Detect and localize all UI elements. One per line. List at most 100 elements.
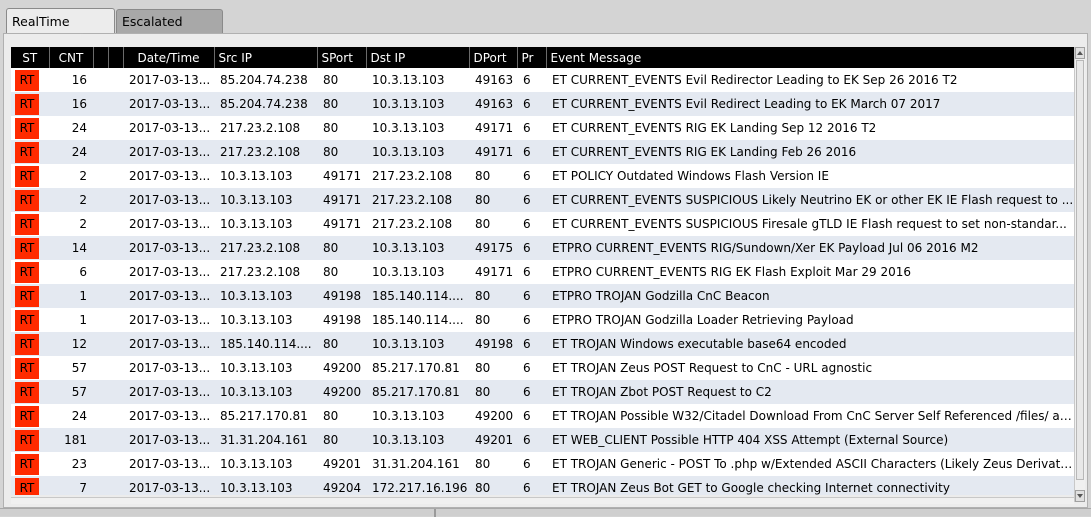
column-header-dport[interactable]: DPort (469, 47, 518, 68)
column-header-cnt[interactable]: CNT (49, 47, 94, 68)
cell-date: 2017-03-13... (129, 361, 211, 375)
column-header-datetime[interactable]: Date/Time (123, 47, 215, 68)
cell-st: RT (11, 404, 49, 428)
table-row[interactable]: RT 16 2017-03-13... 85.204.74.238 80 10.3.13.… (11, 92, 1074, 116)
cell-blank (93, 92, 108, 116)
cell-dst: 85.217.170.81 (366, 380, 469, 404)
cell-pr: 6 (517, 92, 546, 116)
cell-dst: 185.140.114.... (372, 313, 464, 327)
table-row[interactable]: RT 14 2017-03-13... 217.23.2.108 80 10.3.13.1… (11, 236, 1074, 260)
cell-dst: 10.3.13.103 (372, 73, 445, 87)
cell-cnt: 14 (49, 236, 93, 260)
table-row[interactable]: RT 2 2017-03-13... 10.3.13.103 49171 217.23.2… (11, 164, 1074, 188)
cell-sport: 49204 (317, 476, 366, 495)
cell-date: 2017-03-13... (129, 457, 211, 471)
cell-st: RT (11, 476, 49, 495)
cell-cnt: 16 (49, 92, 93, 116)
column-header-event-message[interactable]: Event Message (546, 47, 1074, 68)
table-row[interactable]: RT 23 2017-03-13... 10.3.13.103 49201 31.31.2… (11, 452, 1074, 476)
cell-dport: 80 (475, 169, 491, 183)
cell-dport: 80 (475, 457, 491, 471)
cell-sport: 49198 (323, 313, 362, 327)
cell-pr: 6 (517, 380, 546, 404)
cell-dport: 80 (469, 188, 517, 212)
cell-cnt: 7 (49, 476, 93, 495)
table-row[interactable]: RT 6 2017-03-13... 217.23.2.108 80 10.3.13.10… (11, 260, 1074, 284)
table-row[interactable]: RT 1 2017-03-13... 10.3.13.103 49198 185.140.… (11, 308, 1074, 332)
cell-dst: 31.31.204.161 (372, 457, 460, 471)
cell-cnt: 24 (49, 140, 93, 164)
cell-msg: ET CURRENT_EVENTS RIG EK Landing Feb 26 … (546, 140, 1074, 164)
horizontal-scrollbar[interactable] (11, 497, 1074, 504)
cell-dst: 10.3.13.103 (366, 332, 469, 356)
table-row[interactable]: RT 2 2017-03-13... 10.3.13.103 49171 217.23.2… (11, 212, 1074, 236)
cell-dport: 80 (469, 476, 517, 495)
table-row[interactable]: RT 181 2017-03-13... 31.31.204.161 80 10.3.13… (11, 428, 1074, 452)
cell-dst: 10.3.13.103 (372, 409, 445, 423)
cell-sport: 80 (323, 409, 339, 423)
cell-msg: ET POLICY Outdated Windows Flash Version… (552, 169, 829, 183)
table-row[interactable]: RT 24 2017-03-13... 85.217.170.81 80 10.3.13.… (11, 404, 1074, 428)
cell-cnt: 6 (79, 265, 87, 279)
column-header-src-ip[interactable]: Src IP (214, 47, 318, 68)
table-row[interactable]: RT 12 2017-03-13... 185.140.114.... 80 10.3.1… (11, 332, 1074, 356)
table-row[interactable]: RT 2 2017-03-13... 10.3.13.103 49171 217.23.2… (11, 188, 1074, 212)
cell-src: 10.3.13.103 (214, 476, 317, 495)
cell-blank (93, 380, 108, 404)
table-row[interactable]: RT 7 2017-03-13... 10.3.13.103 49204 172.217.… (11, 476, 1074, 495)
cell-pr: 6 (523, 265, 531, 279)
cell-pr: 6 (517, 476, 546, 495)
cell-sport: 49198 (317, 284, 366, 308)
cell-src: 10.3.13.103 (220, 313, 293, 327)
cell-blank (108, 476, 123, 495)
table-row[interactable]: RT 16 2017-03-13... 85.204.74.238 80 10.3.13.… (11, 68, 1074, 92)
cell-blank (93, 404, 108, 428)
tab-realtime-events[interactable]: RealTime Events (6, 8, 115, 55)
cell-src: 10.3.13.103 (214, 380, 317, 404)
cell-msg: ET CURRENT_EVENTS SUSPICIOUS Firesale gT… (552, 217, 1067, 231)
cell-dst: 10.3.13.103 (372, 121, 445, 135)
cell-dport: 49200 (475, 409, 514, 423)
table-row[interactable]: RT 57 2017-03-13... 10.3.13.103 49200 85.217.… (11, 380, 1074, 404)
column-header-st[interactable]: ST (11, 47, 50, 68)
cell-st: RT (11, 92, 49, 116)
cell-date: 2017-03-13... (123, 428, 214, 452)
cell-dst: 217.23.2.108 (366, 188, 469, 212)
scroll-down-arrow-icon[interactable] (1075, 490, 1085, 502)
column-header-blank-1[interactable] (93, 47, 109, 68)
table-row[interactable]: RT 24 2017-03-13... 217.23.2.108 80 10.3.13.1… (11, 116, 1074, 140)
scroll-up-arrow-icon[interactable] (1075, 47, 1085, 59)
column-header-blank-2[interactable] (108, 47, 124, 68)
status-badge: RT (15, 93, 39, 115)
column-header-pr[interactable]: Pr (517, 47, 547, 68)
column-header-dst-ip[interactable]: Dst IP (366, 47, 470, 68)
cell-cnt: 1 (49, 284, 93, 308)
status-badge: RT (15, 213, 39, 235)
cell-date: 2017-03-13... (123, 140, 214, 164)
tab-escalated-events[interactable]: Escalated Events (116, 9, 223, 53)
cell-sport: 49171 (317, 188, 366, 212)
scrollbar-thumb[interactable] (1076, 60, 1084, 480)
cell-sport: 80 (323, 265, 339, 279)
cell-dport: 80 (475, 361, 491, 375)
cell-src: 10.3.13.103 (220, 217, 293, 231)
status-badge: RT (15, 117, 39, 139)
cell-dport: 49171 (475, 121, 514, 135)
cell-cnt: 57 (71, 361, 87, 375)
cell-msg: ET CURRENT_EVENTS Evil Redirect Leading … (546, 92, 1074, 116)
table-row[interactable]: RT 57 2017-03-13... 10.3.13.103 49200 85.217.… (11, 356, 1074, 380)
cell-blank (93, 332, 108, 356)
cell-src: 31.31.204.161 (214, 428, 317, 452)
cell-msg: ET CURRENT_EVENTS Evil Redirector Leadin… (552, 73, 958, 87)
table-row[interactable]: RT 24 2017-03-13... 217.23.2.108 80 10.3.13.1… (11, 140, 1074, 164)
cell-blank (108, 212, 123, 236)
column-header-sport[interactable]: SPort (317, 47, 367, 68)
cell-blank (93, 188, 108, 212)
table-row[interactable]: RT 1 2017-03-13... 10.3.13.103 49198 185.140.… (11, 284, 1074, 308)
cell-st: RT (11, 140, 49, 164)
cell-blank (93, 356, 108, 380)
cell-dst: 10.3.13.103 (366, 236, 469, 260)
vertical-scrollbar[interactable] (1074, 47, 1085, 502)
cell-src: 217.23.2.108 (220, 121, 301, 135)
events-table: ST CNT Date/Time Src IP SPort Dst IP DPo… (11, 47, 1074, 495)
